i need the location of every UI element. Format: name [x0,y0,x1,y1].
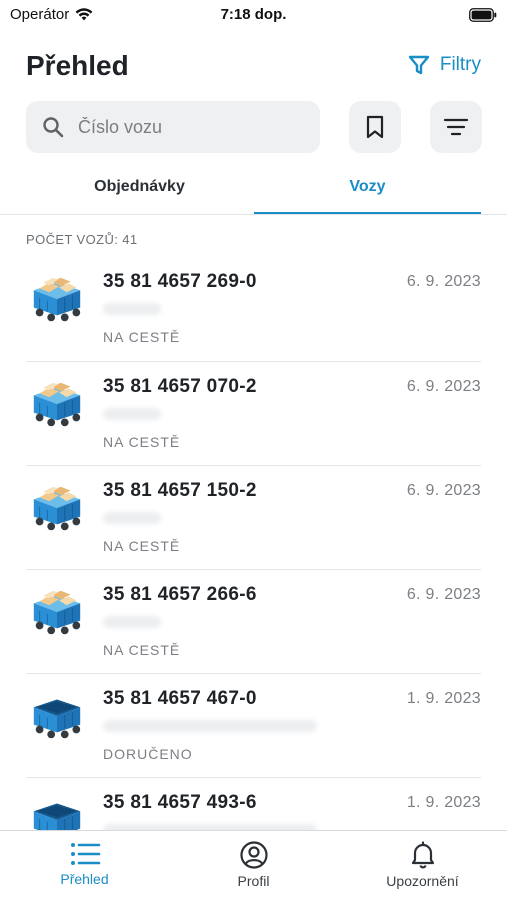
sort-icon [443,118,469,136]
tab-bar-item-overview[interactable]: Přehled [0,841,169,887]
wagon-status: NA CESTĚ [103,329,181,345]
bookmark-button[interactable] [349,101,401,153]
wagon-number: 35 81 4657 493-6 [103,792,257,813]
wagon-date: 1. 9. 2023 [406,794,481,811]
clock: 7:18 dop. [220,6,287,23]
status-bar: Operátor 7:18 dop. [0,0,507,30]
tab-bar-label: Upozornění [386,873,459,889]
wagon-number: 35 81 4657 467-0 [103,688,257,709]
wagon-status: NA CESTĚ [103,642,181,658]
list-item[interactable]: 35 81 4657 493-6 1. 9. 2023 [26,777,481,830]
search-row [26,101,482,153]
loaded-wagon-icon [33,590,81,635]
search-icon [43,117,64,138]
list-item[interactable]: 35 81 4657 070-2 6. 9. 2023 NA CESTĚ [26,361,481,465]
wagon-list[interactable]: 35 81 4657 269-0 6. 9. 2023 NA CESTĚ 35 … [0,257,507,830]
redacted-text [103,616,161,628]
wagon-number: 35 81 4657 269-0 [103,271,257,292]
filters-label: Filtry [439,54,481,75]
wagon-date: 6. 9. 2023 [406,586,481,603]
page-title: Přehled [26,50,129,81]
search-box[interactable] [26,101,320,153]
loaded-wagon-icon [33,486,81,531]
wagon-status: DORUČENO [103,746,193,762]
redacted-text [103,408,161,420]
profile-icon [239,841,268,869]
bell-icon [411,841,434,869]
list-item[interactable]: 35 81 4657 269-0 6. 9. 2023 NA CESTĚ [26,257,481,361]
bookmark-icon [366,115,384,139]
redacted-text [103,720,317,732]
wagon-status: NA CESTĚ [103,434,181,450]
sort-button[interactable] [430,101,482,153]
tab-wagons[interactable]: Vozy [254,165,481,215]
search-input[interactable] [78,116,278,138]
redacted-text [103,303,161,315]
segment-tabs: Objednávky Vozy [26,165,481,215]
filters-button[interactable]: Filtry [408,54,481,76]
wagon-date: 6. 9. 2023 [406,482,481,499]
redacted-text [103,512,161,524]
wagon-date: 6. 9. 2023 [406,378,481,395]
wagon-number: 35 81 4657 070-2 [103,376,257,397]
tab-bar-label: Profil [237,873,270,889]
list-item[interactable]: 35 81 4657 266-6 6. 9. 2023 NA CESTĚ [26,569,481,673]
list-item[interactable]: 35 81 4657 467-0 1. 9. 2023 DORUČENO [26,673,481,777]
bottom-tab-bar: Přehled Profil Upozornění [0,830,507,900]
wagon-date: 6. 9. 2023 [406,273,481,290]
tabs-divider [0,214,507,215]
list-icon [70,843,100,865]
wagon-status: NA CESTĚ [103,538,181,554]
header: Přehled Filtry [26,44,481,88]
wagon-date: 1. 9. 2023 [406,690,481,707]
wagon-count: POČET VOZŮ: 41 [26,232,138,247]
tab-bar-item-notifications[interactable]: Upozornění [338,841,507,889]
loaded-wagon-icon [33,277,81,322]
list-item[interactable]: 35 81 4657 150-2 6. 9. 2023 NA CESTĚ [26,465,481,569]
tab-orders[interactable]: Objednávky [26,165,253,215]
wagon-number: 35 81 4657 266-6 [103,584,257,605]
loaded-wagon-icon [33,382,81,427]
empty-wagon-icon [33,803,81,830]
empty-wagon-icon [33,699,81,739]
tab-bar-label: Přehled [60,871,109,887]
wagon-number: 35 81 4657 150-2 [103,480,257,501]
filter-icon [408,55,430,75]
tab-bar-item-profile[interactable]: Profil [169,841,338,889]
battery-icon [469,8,497,22]
